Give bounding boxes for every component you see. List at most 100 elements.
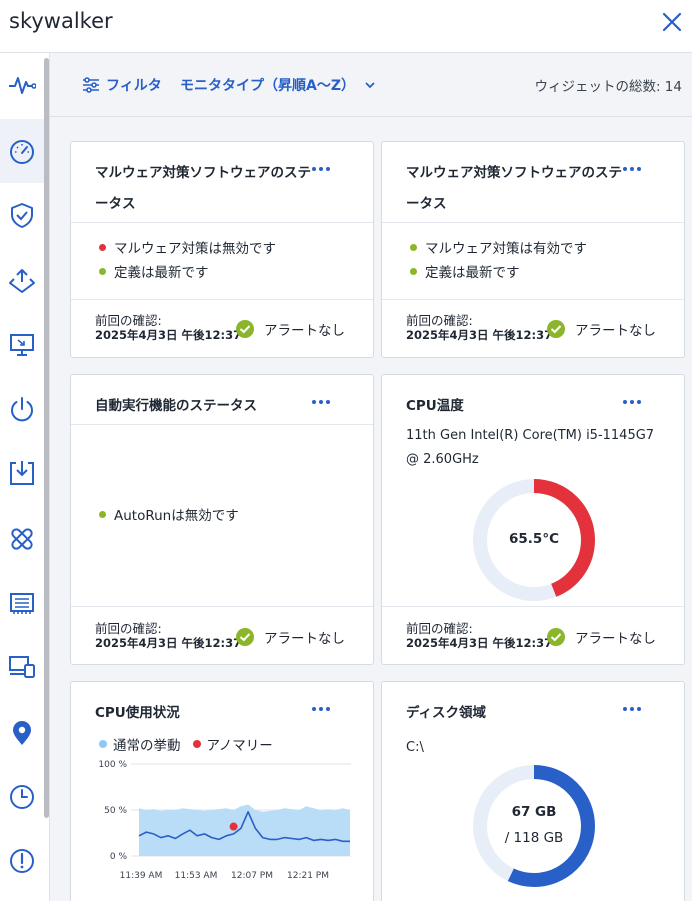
sidebar-item-activity[interactable] bbox=[0, 53, 44, 117]
devices-icon bbox=[9, 656, 35, 678]
sidebar-item-remote[interactable] bbox=[0, 313, 44, 377]
last-check-label: 前回の確認: bbox=[406, 313, 473, 328]
check-circle-icon bbox=[236, 628, 254, 646]
sidebar-item-dashboard[interactable] bbox=[0, 119, 44, 183]
sidebar-item-alerts[interactable] bbox=[0, 829, 44, 893]
legend-dot-normal bbox=[99, 740, 107, 748]
share-icon bbox=[9, 269, 35, 293]
sidebar-item-patch[interactable] bbox=[0, 507, 44, 571]
last-check-value: 2025年4月3日 午後12:37 bbox=[406, 328, 553, 342]
alert-status: アラートなし bbox=[547, 627, 656, 647]
last-check: 前回の確認: 2025年4月3日 午後12:37 bbox=[95, 313, 241, 343]
chart-legend: 通常の挙動 アノマリー bbox=[99, 734, 273, 754]
sidebar bbox=[0, 53, 50, 901]
sort-label: モニタタイプ（昇順A〜Z） bbox=[180, 78, 355, 94]
status-item: AutoRunは無効です bbox=[99, 504, 239, 524]
x-tick: 12:21 PM bbox=[287, 871, 329, 881]
divider bbox=[71, 299, 373, 300]
legend-anomaly: アノマリー bbox=[206, 738, 273, 754]
card-menu-button[interactable] bbox=[309, 160, 333, 178]
check-circle-icon bbox=[547, 628, 565, 646]
status-text: マルウェア対策は無効です bbox=[114, 241, 276, 257]
divider bbox=[382, 222, 684, 223]
more-icon bbox=[312, 167, 316, 171]
filter-button[interactable]: フィルタ bbox=[82, 73, 162, 97]
more-icon bbox=[312, 707, 316, 711]
sidebar-item-power[interactable] bbox=[0, 377, 44, 441]
hardware-icon bbox=[10, 593, 34, 614]
temperature-value: 65.5°C bbox=[509, 531, 559, 547]
x-tick: 11:53 AM bbox=[175, 871, 218, 881]
download-icon bbox=[10, 461, 34, 485]
alert-text: アラートなし bbox=[575, 631, 656, 647]
sidebar-item-history[interactable] bbox=[0, 765, 44, 829]
last-check: 前回の確認: 2025年4月3日 午後12:37 bbox=[406, 621, 552, 651]
last-check-label: 前回の確認: bbox=[95, 621, 162, 636]
status-item: マルウェア対策は無効です bbox=[99, 237, 276, 257]
autorun-card: 自動実行機能のステータス AutoRunは無効です 前回の確認: 2025年4月… bbox=[70, 374, 374, 665]
card-title: ディスク領域 bbox=[406, 705, 487, 721]
x-tick: 12:07 PM bbox=[231, 871, 273, 881]
filter-label: フィルタ bbox=[106, 78, 162, 94]
sliders-icon bbox=[83, 77, 99, 93]
sidebar-item-hardware[interactable] bbox=[0, 571, 44, 635]
cpu-temperature-card: CPU温度 11th Gen Intel(R) Core(TM) i5-1145… bbox=[381, 374, 685, 665]
cpu-usage-chart: 100 % 50 % 0 % 11:39 AM 11:53 AM 12:07 P… bbox=[98, 760, 351, 881]
sidebar-scrollbar[interactable] bbox=[44, 58, 49, 818]
card-title: CPU温度 bbox=[406, 398, 464, 414]
sidebar-item-devices[interactable] bbox=[0, 635, 44, 699]
status-dot-green bbox=[99, 510, 106, 518]
antimalware-card-1: マルウェア対策ソフトウェアのステータス マルウェア対策は無効です 定義は最新です… bbox=[70, 141, 374, 358]
sidebar-item-security[interactable] bbox=[0, 183, 44, 247]
disk-used: 67 GB bbox=[511, 804, 557, 820]
check-circle-icon bbox=[547, 320, 565, 338]
divider bbox=[71, 424, 373, 425]
shield-icon bbox=[11, 203, 33, 228]
alert-status: アラートなし bbox=[236, 319, 345, 339]
sidebar-item-install[interactable] bbox=[0, 441, 44, 505]
more-icon bbox=[312, 400, 316, 404]
monitor-icon bbox=[10, 334, 34, 356]
divider bbox=[71, 606, 373, 607]
last-check: 前回の確認: 2025年4月3日 午後12:37 bbox=[406, 313, 552, 343]
drive-label: C:\ bbox=[406, 740, 424, 755]
alert-text: アラートなし bbox=[264, 631, 345, 647]
card-title: 自動実行機能のステータス bbox=[95, 398, 257, 414]
last-check-value: 2025年4月3日 午後12:37 bbox=[406, 636, 553, 650]
card-menu-button[interactable] bbox=[309, 393, 333, 411]
y-tick-100: 100 % bbox=[98, 760, 127, 770]
close-icon bbox=[662, 12, 682, 32]
close-button[interactable] bbox=[658, 8, 686, 36]
legend-dot-anomaly bbox=[192, 740, 201, 748]
title-bar: skywalker bbox=[0, 0, 692, 53]
card-menu-button[interactable] bbox=[309, 700, 333, 718]
power-icon bbox=[11, 397, 33, 422]
sort-dropdown[interactable]: モニタタイプ（昇順A〜Z） bbox=[180, 73, 377, 97]
cpu-usage-card: CPU使用状況 通常の挙動 アノマリー 100 % 50 % 0 % 11:39… bbox=[70, 681, 374, 901]
alert-text: アラートなし bbox=[264, 323, 345, 339]
disk-total: / 118 GB bbox=[504, 830, 564, 846]
cpu-model-line2: @ 2.60GHz bbox=[406, 452, 479, 467]
card-menu-button[interactable] bbox=[620, 160, 644, 178]
more-icon bbox=[623, 400, 627, 404]
chevron-down-icon bbox=[365, 82, 375, 89]
widget-count: ウィジェットの総数: 14 bbox=[534, 79, 682, 95]
card-menu-button[interactable] bbox=[620, 393, 644, 411]
status-dot-green bbox=[410, 243, 417, 251]
sidebar-item-location[interactable] bbox=[0, 701, 44, 765]
anomaly-point bbox=[229, 822, 238, 831]
card-title: CPU使用状況 bbox=[95, 705, 180, 721]
divider bbox=[382, 299, 684, 300]
card-menu-button[interactable] bbox=[620, 700, 644, 718]
gauge-icon bbox=[10, 140, 34, 164]
status-dot-green bbox=[410, 267, 417, 275]
sidebar-item-network[interactable] bbox=[0, 249, 44, 313]
divider bbox=[382, 606, 684, 607]
more-icon bbox=[623, 707, 627, 711]
window-title: skywalker bbox=[9, 9, 113, 33]
last-check: 前回の確認: 2025年4月3日 午後12:37 bbox=[95, 621, 241, 651]
last-check-label: 前回の確認: bbox=[95, 313, 162, 328]
clock-icon bbox=[10, 785, 34, 809]
check-circle-icon bbox=[236, 320, 254, 338]
card-title: マルウェア対策ソフトウェアのステータス bbox=[406, 165, 622, 212]
